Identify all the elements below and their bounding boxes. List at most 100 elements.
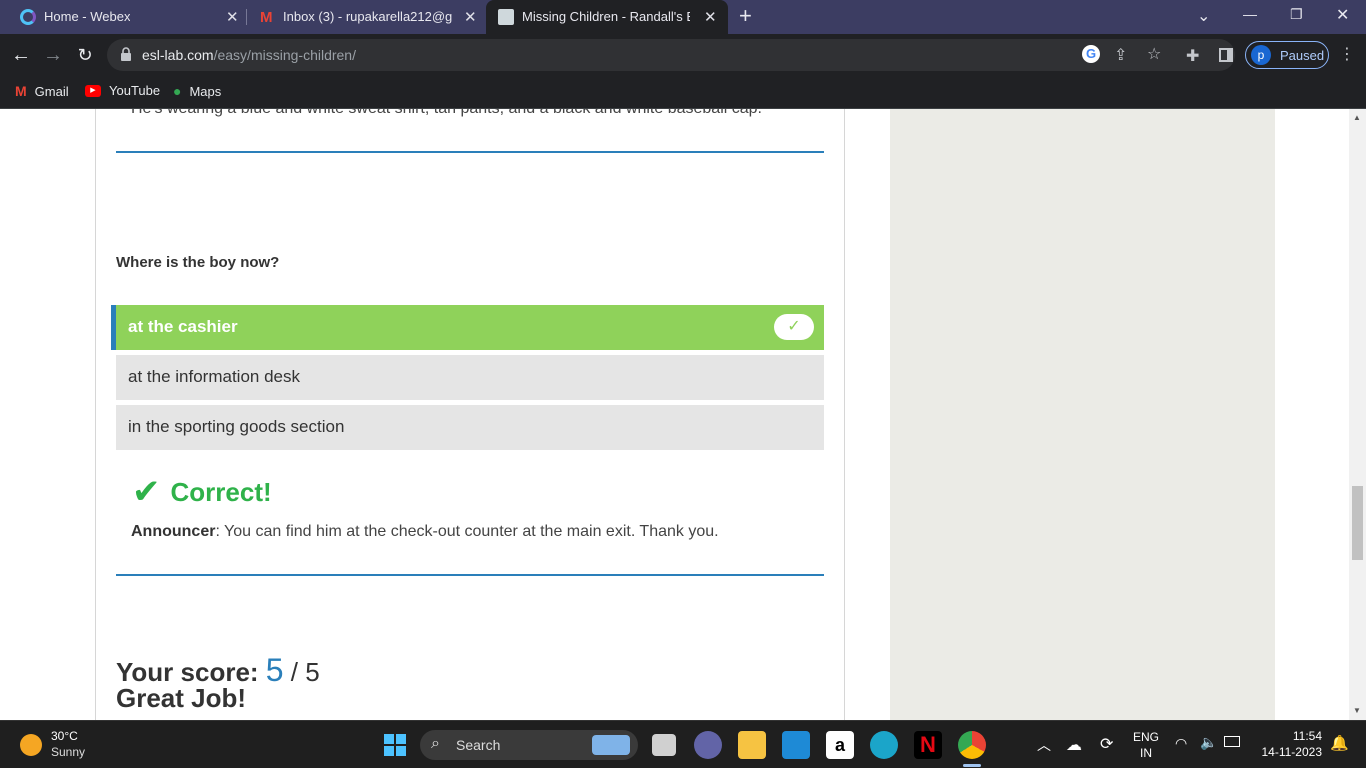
tab-gmail[interactable]: M Inbox (3) - rupakarella212@gma ✕	[248, 0, 484, 34]
bookmark-star-icon[interactable]: ☆	[1147, 44, 1161, 64]
reload-button[interactable]: ↻	[72, 42, 98, 68]
bookmark-label: Maps	[189, 83, 222, 99]
lock-icon	[121, 47, 131, 61]
check-icon: ✔	[132, 473, 161, 511]
search-highlight-icon	[592, 735, 630, 755]
url-path: /easy/missing-children/	[213, 47, 356, 63]
forward-button[interactable]: →	[40, 42, 66, 68]
answer-option[interactable]: at the information desk	[116, 355, 824, 400]
start-button[interactable]	[384, 734, 406, 756]
bookmark-label: YouTube	[109, 83, 161, 98]
battery-icon[interactable]	[1224, 736, 1240, 747]
file-explorer-icon[interactable]	[738, 731, 766, 759]
bookmark-youtube[interactable]: ▶ YouTube	[85, 83, 160, 98]
side-panel-icon[interactable]	[1219, 48, 1233, 62]
chrome-icon[interactable]	[958, 731, 986, 759]
menu-icon[interactable]: ⋮	[1339, 44, 1355, 64]
address-bar[interactable]: esl-lab.com/easy/missing-children/ G ⇪ ☆	[107, 39, 1235, 71]
lang-bottom: IN	[1140, 746, 1152, 760]
extensions-icon[interactable]: ✚	[1186, 46, 1199, 66]
close-icon[interactable]: ✕	[704, 8, 717, 26]
restore-button[interactable]: ❐	[1290, 6, 1303, 23]
quiz-content: He's wearing a blue and white sweat shir…	[95, 109, 845, 720]
windows-taskbar: 30°C Sunny ⌕ Search a N ︿ ☁ ⟳ ENG IN ◠ 🔈…	[0, 720, 1366, 768]
bookmarks-bar: M Gmail ▶ YouTube ● Maps	[0, 76, 1366, 109]
amazon-icon[interactable]: a	[826, 731, 854, 759]
tab-webex[interactable]: Home - Webex ✕	[8, 0, 244, 34]
search-icon: ⌕	[431, 735, 440, 752]
avatar: p	[1251, 45, 1271, 65]
clock[interactable]: 11:54 14-11-2023	[1252, 729, 1323, 759]
sync-icon[interactable]: ⟳	[1100, 734, 1113, 754]
page-scrollbar[interactable]: ▲ ▼	[1349, 109, 1366, 720]
transcript-text: : You can find him at the check-out coun…	[215, 523, 719, 540]
wifi-icon[interactable]: ◠	[1175, 735, 1187, 752]
gmail-icon: M	[15, 83, 27, 99]
bookmark-label: Gmail	[34, 83, 69, 99]
divider	[116, 574, 824, 576]
netflix-icon[interactable]: N	[914, 731, 942, 759]
question-text: Where is the boy now?	[116, 254, 280, 271]
result-text: Correct!	[170, 476, 272, 507]
language-indicator[interactable]: ENG IN	[1131, 730, 1161, 760]
score-message: Great Job!	[116, 683, 247, 713]
edge-icon[interactable]	[870, 731, 898, 759]
score-total: / 5	[283, 657, 320, 687]
announcer-transcript: Announcer: You can find him at the check…	[131, 523, 719, 541]
tab-search-icon[interactable]: ⌄	[1197, 6, 1210, 26]
tab-missing-children[interactable]: Missing Children - Randall's ESL ✕	[486, 0, 728, 34]
answer-option[interactable]: in the sporting goods section	[116, 405, 824, 450]
option-label: at the information desk	[128, 367, 300, 386]
tab-title: Inbox (3) - rupakarella212@gma	[283, 9, 453, 24]
close-icon[interactable]: ✕	[226, 8, 239, 26]
volume-icon[interactable]: 🔈	[1200, 734, 1217, 751]
onedrive-icon[interactable]: ☁	[1066, 735, 1082, 755]
sun-icon	[20, 734, 42, 756]
taskbar-search[interactable]: ⌕ Search	[420, 730, 638, 760]
lang-top: ENG	[1132, 730, 1159, 744]
task-view-icon[interactable]	[652, 734, 676, 756]
web-page: He's wearing a blue and white sweat shir…	[0, 109, 1366, 720]
share-icon[interactable]: ⇪	[1114, 45, 1127, 65]
google-icon[interactable]: G	[1082, 45, 1100, 63]
scroll-up-icon[interactable]: ▲	[1353, 113, 1361, 122]
new-tab-button[interactable]: +	[739, 3, 752, 29]
scrollbar-thumb[interactable]	[1352, 486, 1363, 560]
scroll-down-icon[interactable]: ▼	[1353, 706, 1361, 715]
divider	[116, 151, 824, 153]
weather-temp: 30°C	[51, 729, 78, 743]
bookmark-gmail[interactable]: M Gmail	[15, 83, 69, 99]
tab-title: Home - Webex	[44, 9, 131, 24]
esl-lab-icon	[498, 9, 514, 25]
weather-condition: Sunny	[51, 745, 86, 759]
clock-date: 14-11-2023	[1261, 745, 1323, 759]
url-text: esl-lab.com/easy/missing-children/	[142, 47, 356, 63]
answer-option-correct[interactable]: at the cashier ✓	[111, 305, 824, 350]
webex-icon	[20, 9, 36, 25]
tab-divider	[246, 9, 247, 25]
chevron-up-icon[interactable]: ︿	[1037, 735, 1051, 755]
notification-bell-icon[interactable]: 🔔	[1330, 734, 1349, 752]
speaker-label: Announcer	[131, 523, 216, 540]
url-domain: esl-lab.com	[142, 47, 214, 63]
option-label: at the cashier	[128, 317, 238, 336]
option-label: in the sporting goods section	[128, 417, 345, 436]
search-label: Search	[456, 737, 501, 753]
minimize-button[interactable]: —	[1243, 6, 1257, 22]
youtube-icon: ▶	[85, 84, 101, 97]
monitor-app-icon[interactable]	[782, 731, 810, 759]
teams-chat-icon[interactable]	[694, 731, 722, 759]
bookmark-maps[interactable]: ● Maps	[173, 83, 221, 99]
tab-title: Missing Children - Randall's ESL	[522, 9, 690, 24]
profile-button[interactable]: p Paused	[1245, 41, 1329, 69]
clock-time: 11:54	[1292, 729, 1322, 743]
ad-sidebar	[890, 109, 1275, 720]
close-icon[interactable]: ✕	[464, 8, 477, 26]
score-value: 5	[265, 652, 284, 688]
browser-toolbar: ← → ↻ esl-lab.com/easy/missing-children/…	[0, 34, 1366, 76]
back-button[interactable]: ←	[8, 42, 34, 68]
window-close-button[interactable]: ✕	[1336, 5, 1349, 25]
previous-answer-text: He's wearing a blue and white sweat shir…	[131, 109, 762, 118]
result-message: ✔ Correct!	[132, 472, 272, 512]
active-app-indicator	[963, 764, 981, 767]
